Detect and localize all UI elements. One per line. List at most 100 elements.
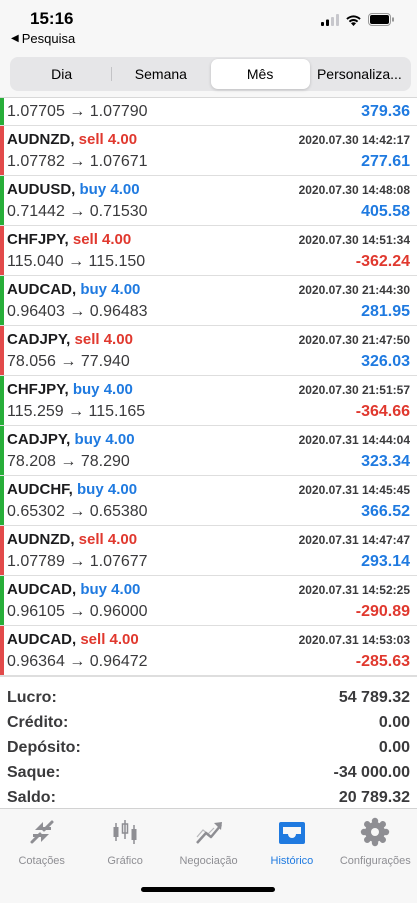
- trade-row[interactable]: CHFJPY, buy 4.00 2020.07.30 21:51:57 115.2…: [0, 376, 417, 426]
- trade-title: AUDCAD, sell 4.00: [7, 631, 139, 648]
- tab-candlestick-chart[interactable]: Gráfico: [83, 809, 166, 869]
- side-indicator-bar: [0, 376, 4, 425]
- side-indicator-bar: [0, 176, 4, 225]
- trade-prices: 0.71442 → 0.71530: [7, 203, 148, 220]
- period-tab-0[interactable]: Dia: [12, 59, 111, 89]
- trade-profit: 405.58: [361, 203, 410, 220]
- trade-symbol: AUDCAD,: [7, 581, 77, 598]
- trade-time: 2020.07.31 14:45:45: [298, 483, 410, 497]
- trade-symbol: AUDNZD,: [7, 131, 75, 148]
- trade-prices: 115.040 → 115.150: [7, 253, 146, 270]
- trade-title: CHFJPY, buy 4.00: [7, 381, 133, 398]
- trade-profit: -364.66: [355, 403, 410, 420]
- back-triangle-icon: ◀: [11, 33, 19, 44]
- trade-action: sell 4.00: [78, 131, 138, 148]
- summary-row: Crédito: 0.00: [0, 710, 417, 735]
- trade-row[interactable]: AUDNZD, sell 4.00 2020.07.31 14:47:47 1.07…: [0, 526, 417, 576]
- trade-action: buy 4.00: [80, 281, 141, 298]
- tab-label: Configurações: [339, 855, 411, 867]
- side-indicator-bar: [0, 626, 4, 675]
- period-tab-2[interactable]: Mês: [210, 59, 310, 89]
- back-label: Pesquisa: [21, 31, 76, 46]
- trade-time: 2020.07.30 21:44:30: [298, 283, 410, 297]
- trade-prices: 1.07782 → 1.07671: [7, 153, 148, 170]
- trade-row[interactable]: CADJPY, buy 4.00 2020.07.31 14:44:04 78.20…: [0, 426, 417, 476]
- trade-row[interactable]: CADJPY, sell 4.00 2020.07.30 21:47:50 78.0…: [0, 326, 417, 376]
- trade-symbol: AUDNZD,: [7, 531, 75, 548]
- trade-action: sell 4.00: [74, 331, 133, 348]
- summary-label: Crédito:: [7, 713, 69, 731]
- back-to-search-link[interactable]: ◀ Pesquisa: [11, 31, 75, 46]
- trade-prices: 0.65302 → 0.65380: [7, 503, 148, 520]
- trade-prices: 0.96403 → 0.96483: [7, 303, 148, 320]
- trade-prices: 78.208 → 78.290: [7, 453, 130, 470]
- summary-value: 0.00: [378, 738, 410, 756]
- summary-label: Depósito:: [7, 738, 81, 756]
- tab-gear[interactable]: Configurações: [334, 809, 417, 869]
- trade-row[interactable]: AUDNZD, sell 4.00 2020.07.30 14:42:17 1.07…: [0, 126, 417, 176]
- trade-time: 2020.07.31 14:53:03: [298, 633, 410, 647]
- summary-value: -34 000.00: [333, 763, 410, 781]
- gear-icon: [360, 817, 390, 852]
- trade-title: AUDCAD, buy 4.00: [7, 581, 140, 598]
- trade-title: CADJPY, buy 4.00: [7, 431, 135, 448]
- side-indicator-bar: [0, 476, 4, 525]
- trade-time: 2020.07.31 14:52:25: [298, 583, 410, 597]
- tab-quotes-arrows[interactable]: Cotações: [0, 809, 83, 869]
- trade-profit: 277.61: [361, 153, 410, 170]
- trade-title: AUDUSD, buy 4.00: [7, 181, 140, 198]
- account-summary: Lucro: 54 789.32 Crédito: 0.00 Depósito: 0.00…: [0, 676, 417, 808]
- trade-row[interactable]: AUDCAD, buy 4.00 2020.07.30 21:44:30 0.964…: [0, 276, 417, 326]
- side-indicator-bar: [0, 98, 4, 125]
- trade-prices: 1.07789 → 1.07677: [7, 553, 148, 570]
- period-tab-1[interactable]: Semana: [111, 59, 210, 89]
- trade-action: buy 4.00: [80, 581, 141, 598]
- trade-time: 2020.07.31 14:44:04: [298, 433, 410, 447]
- summary-value: 20 789.32: [338, 788, 410, 806]
- summary-row: Depósito: 0.00: [0, 735, 417, 760]
- trade-row[interactable]: AUDCHF, buy 4.00 2020.07.31 14:45:45 0.653…: [0, 476, 417, 526]
- trade-action: buy 4.00: [79, 181, 140, 198]
- quotes-arrows-icon: [27, 817, 57, 852]
- trade-profit: 293.14: [361, 553, 410, 570]
- trade-row[interactable]: AUDUSD, buy 4.00 2020.07.30 14:48:08 0.714…: [0, 176, 417, 226]
- trade-time: 2020.07.30 14:51:34: [298, 233, 410, 247]
- trade-action: sell 4.00: [80, 631, 139, 648]
- candlestick-chart-icon: [110, 817, 140, 852]
- trade-time: 2020.07.31 14:47:47: [298, 533, 410, 547]
- summary-label: Saldo:: [7, 788, 56, 806]
- summary-row: Saldo: 20 789.32: [0, 785, 417, 810]
- tab-label: Cotações: [18, 855, 65, 867]
- trade-symbol: CADJPY,: [7, 431, 71, 448]
- trade-title: AUDCHF, buy 4.00: [7, 481, 137, 498]
- trade-action: buy 4.00: [77, 481, 138, 498]
- side-indicator-bar: [0, 226, 4, 275]
- tab-history-inbox[interactable]: Histórico: [250, 809, 333, 869]
- trade-symbol: AUDUSD,: [7, 181, 76, 198]
- trade-time: 2020.07.30 14:48:08: [298, 183, 410, 197]
- side-indicator-bar: [0, 126, 4, 175]
- period-tab-3[interactable]: Personaliza...: [310, 59, 409, 89]
- trade-trend-icon: [194, 817, 224, 852]
- trade-time: 2020.07.30 21:47:50: [298, 333, 410, 347]
- side-indicator-bar: [0, 426, 4, 475]
- trade-row[interactable]: AUDCAD, sell 4.00 2020.07.31 14:53:03 0.96…: [0, 626, 417, 676]
- trade-profit: -285.63: [355, 653, 410, 670]
- trade-row[interactable]: CHFJPY, sell 4.00 2020.07.30 14:51:34 115.…: [0, 226, 417, 276]
- trade-row[interactable]: 1.07705 → 1.07790 379.36: [0, 98, 417, 126]
- tab-trade-trend[interactable]: Negociação: [167, 809, 250, 869]
- cellular-signal-icon: [321, 13, 339, 26]
- trade-title: AUDNZD, sell 4.00: [7, 131, 137, 148]
- trade-prices: 0.96105 → 0.96000: [7, 603, 148, 620]
- period-selector-bar: Dia Semana Mês Personaliza...: [0, 52, 417, 98]
- trade-prices: 78.056 → 77.940: [7, 353, 130, 370]
- trade-action: buy 4.00: [72, 381, 133, 398]
- trade-history-list[interactable]: 1.07705 → 1.07790 379.36 AUDNZD, sell 4.…: [0, 98, 417, 676]
- status-icons: [321, 13, 395, 26]
- trade-row[interactable]: AUDCAD, buy 4.00 2020.07.31 14:52:25 0.961…: [0, 576, 417, 626]
- trade-profit: -290.89: [355, 603, 410, 620]
- side-indicator-bar: [0, 576, 4, 625]
- trade-symbol: CADJPY,: [7, 331, 71, 348]
- trade-profit: 379.36: [361, 103, 410, 120]
- tab-label: Negociação: [179, 855, 238, 867]
